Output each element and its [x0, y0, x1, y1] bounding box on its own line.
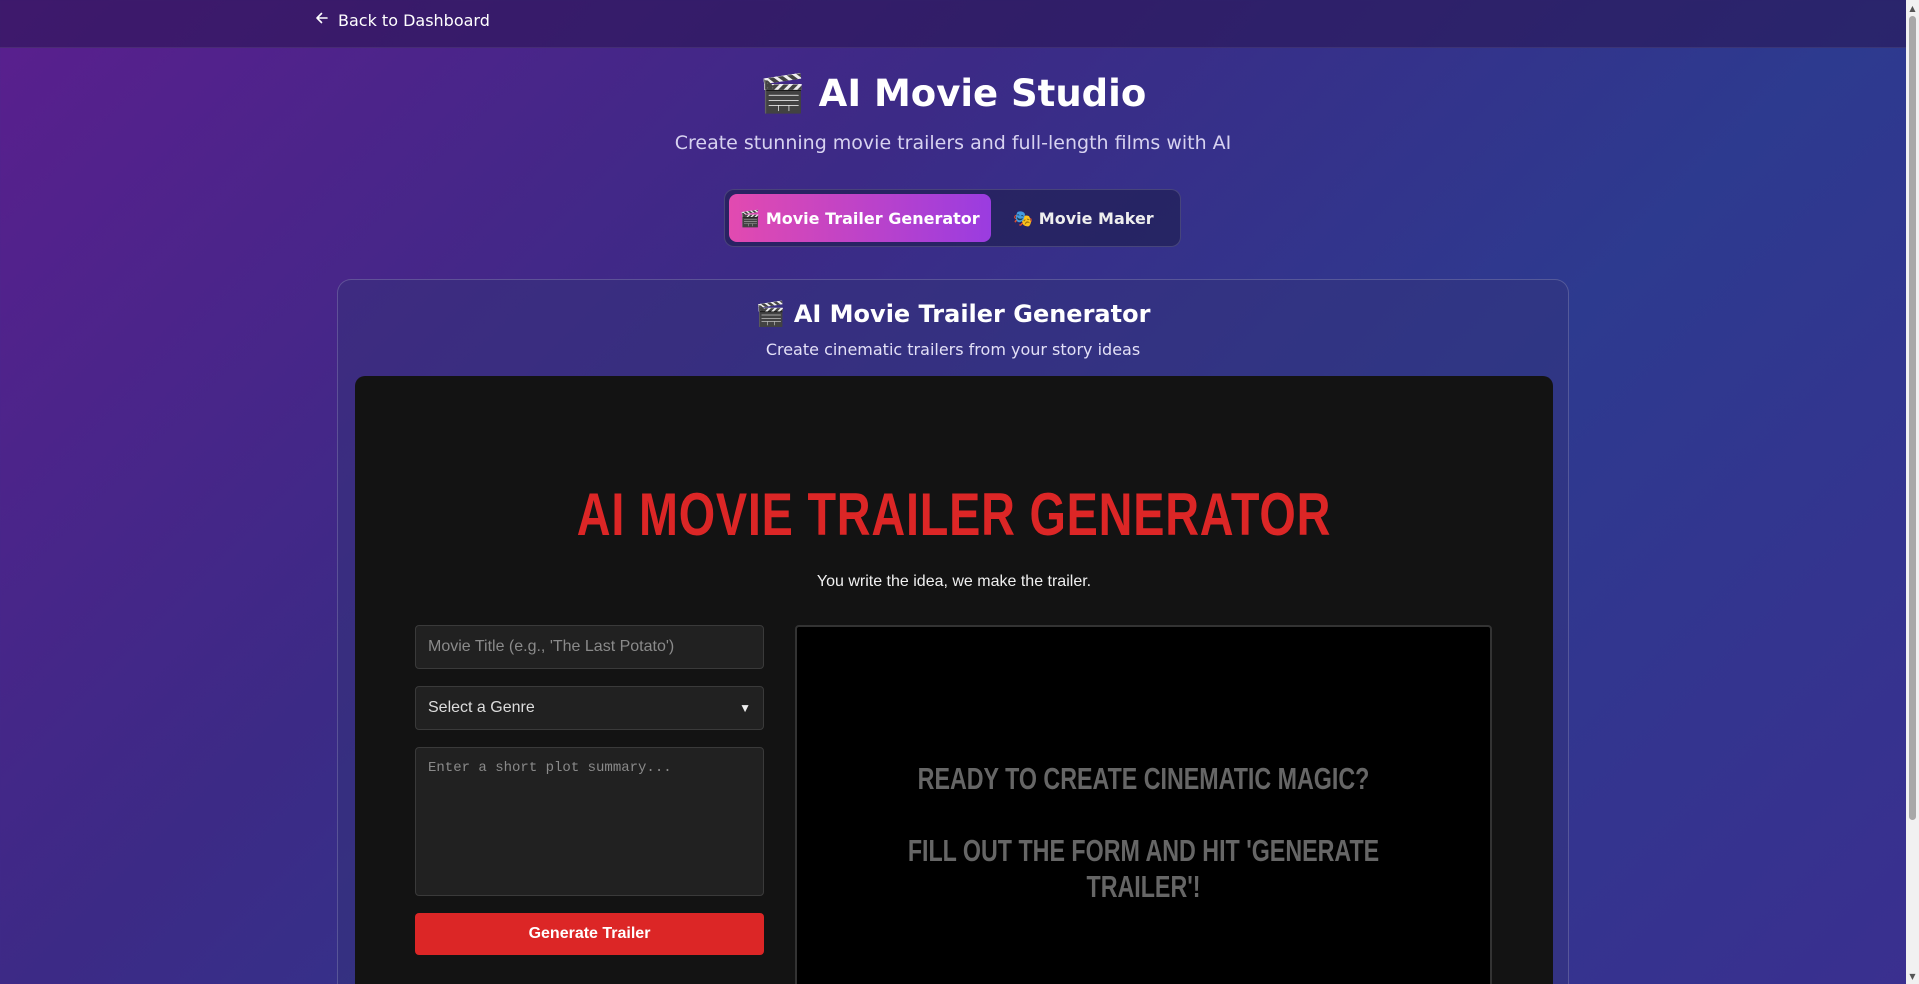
panel-subtitle: Create cinematic trailers from your stor… [765, 340, 1141, 359]
trailer-generator-panel: 🎬 AI Movie Trailer Generator Create cine… [337, 279, 1569, 984]
mode-tabs: 🎬 Movie Trailer Generator 🎭 Movie Maker [724, 189, 1181, 247]
tab-label: 🎭 Movie Maker [1013, 208, 1154, 228]
plot-summary-textarea[interactable] [415, 747, 764, 896]
movie-title-input[interactable] [415, 625, 764, 669]
panel-title: 🎬 AI Movie Trailer Generator [755, 300, 1151, 328]
chevron-down-icon: ▼ [739, 701, 751, 715]
scrollbar-thumb[interactable] [1909, 16, 1916, 820]
generate-trailer-button[interactable]: Generate Trailer [415, 913, 764, 955]
page-subtitle: Create stunning movie trailers and full-… [674, 132, 1232, 154]
tab-movie-trailer-generator[interactable]: 🎬 Movie Trailer Generator [729, 194, 991, 242]
trailer-preview: READY TO CREATE CINEMATIC MAGIC? FILL OU… [795, 625, 1492, 984]
preview-message-line2: FILL OUT THE FORM AND HIT 'GENERATE TRAI… [907, 833, 1380, 904]
arrow-left-icon [314, 10, 330, 30]
app-title: AI MOVIE TRAILER GENERATOR [576, 481, 1332, 548]
tab-label: 🎬 Movie Trailer Generator [740, 208, 980, 228]
back-link-label: Back to Dashboard [338, 10, 490, 30]
page-scrollbar[interactable]: ▲ ▼ [1906, 0, 1919, 984]
app-tagline: You write the idea, we make the trailer. [816, 573, 1092, 590]
top-bar: Back to Dashboard [0, 0, 1906, 48]
scroll-up-arrow-icon[interactable]: ▲ [1906, 0, 1919, 16]
genre-select[interactable]: Select a Genre ▼ [415, 686, 764, 730]
tab-movie-maker[interactable]: 🎭 Movie Maker [991, 194, 1176, 242]
preview-message-line1: READY TO CREATE CINEMATIC MAGIC? [917, 761, 1370, 796]
genre-selected-value: Select a Genre [428, 699, 535, 716]
back-to-dashboard-link[interactable]: Back to Dashboard [314, 10, 490, 30]
page-title: 🎬 AI Movie Studio [759, 72, 1147, 115]
trailer-app: AI MOVIE TRAILER GENERATOR You write the… [355, 376, 1553, 984]
scroll-down-arrow-icon[interactable]: ▼ [1906, 968, 1919, 984]
